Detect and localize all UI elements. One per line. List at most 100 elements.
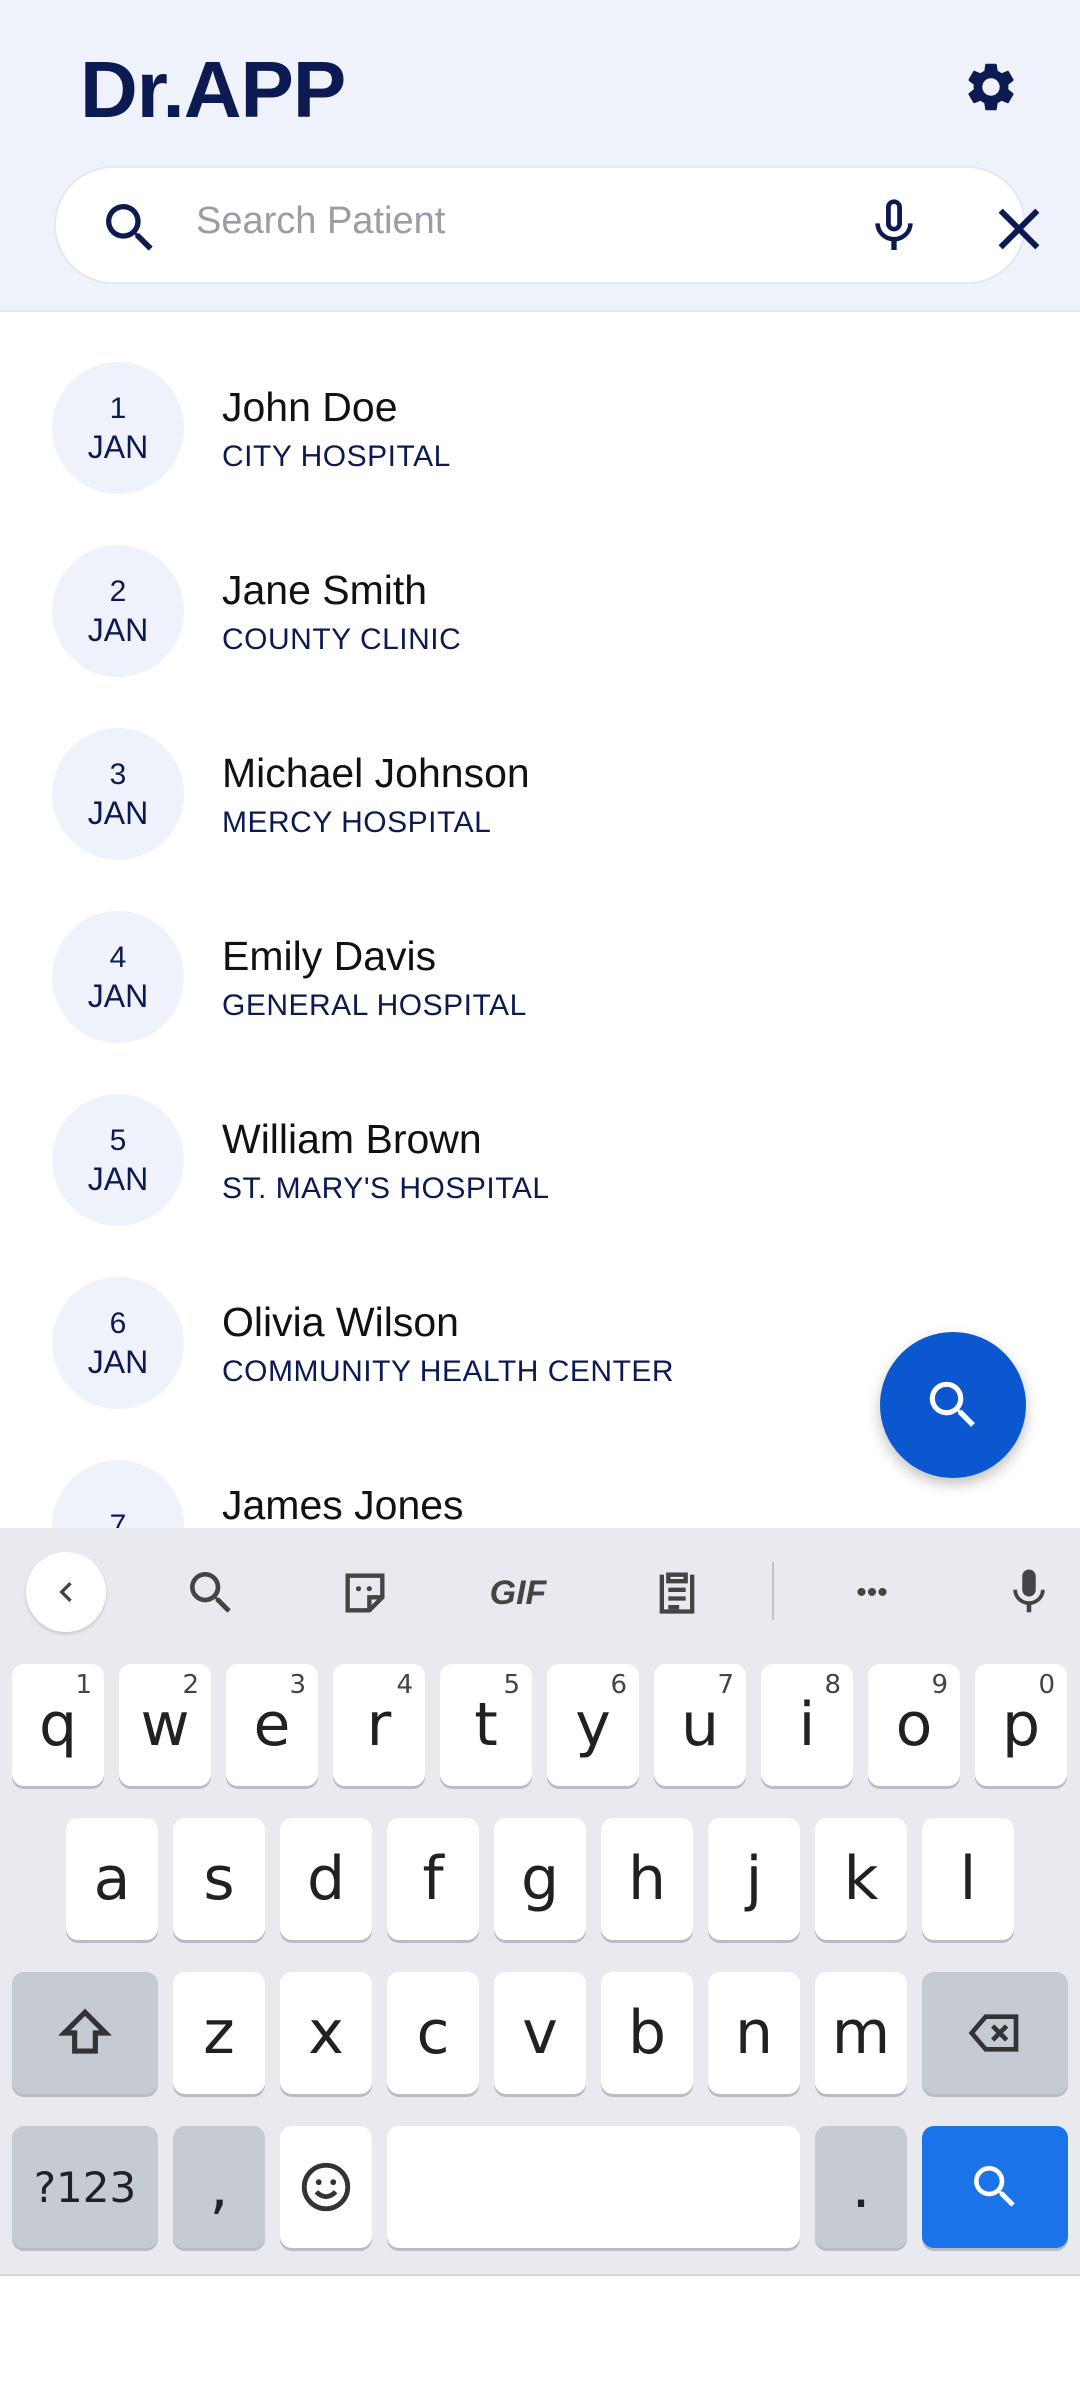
date-day: 2 <box>109 575 127 608</box>
hospital-name: COMMUNITY HEALTH CENTER <box>222 1355 675 1388</box>
search-icon <box>106 204 153 251</box>
shift-key[interactable] <box>12 1972 158 2094</box>
date-month: JAN <box>87 429 149 465</box>
key-d[interactable]: d <box>280 1818 372 1940</box>
key-f[interactable]: f <box>387 1818 479 1940</box>
date-badge: 7 <box>52 1460 184 1528</box>
patient-name: Michael Johnson <box>222 750 530 796</box>
keyboard-search-button[interactable] <box>176 1558 246 1628</box>
mic-icon[interactable] <box>862 194 926 258</box>
search-icon <box>190 1572 231 1613</box>
date-badge: 6 JAN <box>52 1277 184 1409</box>
date-day: 7 <box>109 1509 127 1528</box>
date-month: JAN <box>87 978 149 1014</box>
keyboard-search-action-key[interactable] <box>922 2126 1068 2248</box>
key-c[interactable]: c <box>387 1972 479 2094</box>
system-nav-bar <box>0 2274 1080 2400</box>
hospital-name: COUNTY CLINIC <box>222 623 462 656</box>
toolbar-divider <box>772 1562 774 1620</box>
key-y[interactable]: y6 <box>547 1664 639 1786</box>
key-u[interactable]: u7 <box>654 1664 746 1786</box>
settings-button[interactable] <box>956 52 1026 122</box>
app-title: Dr.APP <box>80 45 346 134</box>
backspace-key[interactable] <box>922 1972 1068 2094</box>
key-z[interactable]: z <box>173 1972 265 2094</box>
patient-name: William Brown <box>222 1116 482 1162</box>
key-b[interactable]: b <box>601 1972 693 2094</box>
backspace-icon <box>968 2014 1019 2052</box>
date-day: 3 <box>109 758 127 791</box>
clipboard-button[interactable] <box>642 1556 712 1628</box>
date-badge: 4 JAN <box>52 911 184 1043</box>
key-a[interactable]: a <box>66 1818 158 1940</box>
date-badge: 5 JAN <box>52 1094 184 1226</box>
hospital-name: MERCY HOSPITAL <box>222 806 492 839</box>
hospital-name: GENERAL HOSPITAL <box>222 989 527 1022</box>
comma-key[interactable]: , <box>173 2126 265 2248</box>
key-n[interactable]: n <box>708 1972 800 2094</box>
key-h[interactable]: h <box>601 1818 693 1940</box>
date-day: 1 <box>109 392 127 425</box>
search-icon <box>974 2166 1015 2207</box>
key-p[interactable]: p0 <box>975 1664 1067 1786</box>
sticker-button[interactable] <box>330 1558 400 1628</box>
symbols-key[interactable]: ?123 <box>12 2126 158 2248</box>
patient-name: John Doe <box>222 384 398 430</box>
key-o[interactable]: o9 <box>868 1664 960 1786</box>
date-month: JAN <box>87 1344 149 1380</box>
key-j[interactable]: j <box>708 1818 800 1940</box>
emoji-key[interactable] <box>280 2126 372 2248</box>
search-input[interactable]: Search Patient <box>196 200 445 243</box>
more-button[interactable]: ••• <box>832 1558 912 1628</box>
list-item[interactable]: 3 JAN Michael Johnson MERCY HOSPITAL <box>0 680 1080 863</box>
key-i[interactable]: i8 <box>761 1664 853 1786</box>
date-month: JAN <box>87 1161 149 1197</box>
key-v[interactable]: v <box>494 1972 586 2094</box>
close-icon[interactable] <box>984 194 1054 264</box>
patient-name: Olivia Wilson <box>222 1299 459 1345</box>
gif-button[interactable]: GIF <box>478 1558 558 1628</box>
key-g[interactable]: g <box>494 1818 586 1940</box>
app-header: Dr.APP Search Patient <box>0 0 1080 312</box>
key-r[interactable]: r4 <box>333 1664 425 1786</box>
key-e[interactable]: e3 <box>226 1664 318 1786</box>
mic-icon <box>1013 1569 1045 1613</box>
list-item[interactable]: 4 JAN Emily Davis GENERAL HOSPITAL <box>0 863 1080 1046</box>
clipboard-icon <box>659 1572 695 1614</box>
search-fab-button[interactable] <box>880 1332 1026 1478</box>
list-item[interactable]: 1 JAN John Doe CITY HOSPITAL <box>0 314 1080 497</box>
keyboard: GIF ••• q1 w2 e3 r4 t5 y6 u7 i8 o9 p0 a … <box>0 1528 1080 2274</box>
hospital-name: ST. MARY'S HOSPITAL <box>222 1172 550 1205</box>
space-key[interactable] <box>387 2126 800 2248</box>
keyboard-back-button[interactable] <box>26 1552 106 1632</box>
shift-icon <box>58 2008 112 2054</box>
key-t[interactable]: t5 <box>440 1664 532 1786</box>
date-badge: 3 JAN <box>52 728 184 860</box>
list-item[interactable]: 2 JAN Jane Smith COUNTY CLINIC <box>0 497 1080 680</box>
date-month: JAN <box>87 795 149 831</box>
date-day: 5 <box>109 1124 127 1157</box>
emoji-icon <box>301 2162 351 2212</box>
key-k[interactable]: k <box>815 1818 907 1940</box>
search-icon <box>929 1381 975 1427</box>
chevron-left-icon <box>59 1582 72 1602</box>
key-w[interactable]: w2 <box>119 1664 211 1786</box>
patient-name: Emily Davis <box>222 933 437 979</box>
search-bar[interactable]: Search Patient <box>54 166 1040 284</box>
period-key[interactable]: . <box>815 2126 907 2248</box>
sticker-icon <box>345 1573 385 1613</box>
list-item[interactable]: 5 JAN William Brown ST. MARY'S HOSPITAL <box>0 1046 1080 1229</box>
key-m[interactable]: m <box>815 1972 907 2094</box>
date-day: 4 <box>109 941 127 974</box>
key-s[interactable]: s <box>173 1818 265 1940</box>
date-badge: 2 JAN <box>52 545 184 677</box>
key-l[interactable]: l <box>922 1818 1014 1940</box>
keyboard-mic-button[interactable] <box>994 1556 1064 1628</box>
key-x[interactable]: x <box>280 1972 372 2094</box>
date-day: 6 <box>109 1307 127 1340</box>
date-badge: 1 JAN <box>52 362 184 494</box>
patient-name: James Jones <box>222 1482 464 1528</box>
gear-icon <box>968 63 1014 111</box>
patient-name: Jane Smith <box>222 567 428 613</box>
key-q[interactable]: q1 <box>12 1664 104 1786</box>
